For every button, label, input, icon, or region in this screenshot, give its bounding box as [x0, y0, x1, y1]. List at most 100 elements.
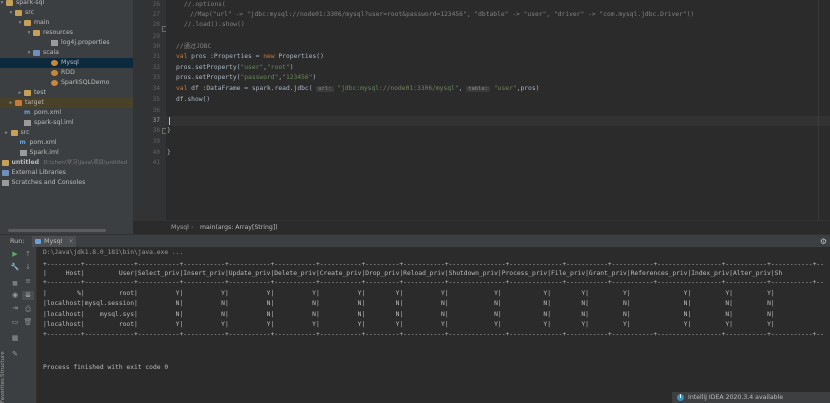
left-tool-stripe: Structure Favorites	[0, 247, 9, 403]
thumbtack-icon[interactable]: ✎	[9, 350, 21, 359]
tree-item[interactable]: ▾ main	[0, 18, 133, 28]
chevron-right-icon[interactable]: ▸	[16, 88, 24, 98]
console-exit-message: Process finished with exit code 0	[43, 364, 169, 371]
line-number: 37	[152, 117, 160, 124]
line-number: 32	[152, 64, 160, 71]
console-separator: +---------+-------------+-----------+---…	[43, 279, 824, 286]
breadcrumb-object[interactable]: Mysql	[171, 221, 189, 234]
run-toolwindow-header: Run: Mysql × ⚙	[0, 234, 830, 249]
structure-tab[interactable]: Structure	[0, 343, 9, 377]
tree-item-label: Mysql	[61, 59, 79, 66]
chevron-down-icon[interactable]: ▾	[25, 48, 33, 58]
tree-item-path: D:\chen\学习\Java\项目\untitled	[43, 160, 128, 166]
tree-item[interactable]: Mysql	[0, 58, 133, 68]
folder-icon	[6, 0, 13, 6]
close-icon[interactable]: ×	[68, 236, 73, 247]
tree-item[interactable]: ▸ test	[0, 88, 133, 98]
line-number: 34	[152, 85, 160, 92]
iml-file-icon	[24, 120, 31, 126]
tree-item[interactable]: log4j.properties	[0, 38, 133, 48]
wrench-icon[interactable]: 🔧	[9, 263, 21, 272]
code-line: val df :DataFrame = spark.read.jdbc( url…	[176, 85, 540, 92]
pin-icon[interactable]: ▦	[9, 334, 21, 343]
line-number: 38	[152, 127, 160, 134]
console-toolbar: ↑ ↓ ≡ ⇊ ⎙ 🗑	[22, 247, 37, 403]
tree-item[interactable]: m pom.xml	[0, 108, 133, 118]
update-notification[interactable]: i IntelliJ IDEA 2020.3.4 available	[672, 392, 830, 403]
tree-item[interactable]: SparkSQLDemo	[0, 78, 133, 88]
target-folder-icon	[15, 100, 22, 106]
source-folder-icon	[33, 50, 40, 56]
tree-item[interactable]: ▸ src	[0, 128, 133, 138]
code-line: }	[167, 149, 171, 156]
tree-item[interactable]: ▸untitledD:\chen\学习\Java\项目\untitled	[0, 158, 133, 168]
project-tree-scrollbar[interactable]	[8, 229, 106, 232]
exit-icon[interactable]: ⇥	[9, 304, 21, 313]
tree-item-label: pom.xml	[29, 139, 57, 146]
tree-item[interactable]: Scratches and Consoles	[0, 178, 133, 188]
tree-item[interactable]: ▸External Libraries	[0, 168, 133, 178]
resources-folder-icon	[33, 30, 40, 36]
tree-item[interactable]: ▾ src	[0, 8, 133, 18]
code-line: val pros :Properties = new Properties()	[176, 53, 324, 60]
rerun-icon[interactable]: ▶	[9, 250, 21, 259]
folder-icon	[1, 160, 9, 166]
code-line: //.load().show()	[184, 21, 245, 28]
folder-icon	[24, 90, 31, 96]
tree-item[interactable]: m pom.xml	[0, 138, 133, 148]
folder-icon	[24, 20, 31, 26]
properties-file-icon	[51, 40, 58, 46]
tree-item[interactable]: ▾ scala	[0, 48, 133, 58]
print-icon[interactable]: ⎙	[22, 305, 34, 314]
tree-item[interactable]: ▾ spark-sql	[0, 0, 133, 8]
maven-icon: m	[19, 139, 26, 146]
scroll-to-end-icon[interactable]: ⇊	[22, 291, 34, 300]
tree-item[interactable]: ▾ resources	[0, 28, 133, 38]
run-toolbar: ▶ 🔧 ■ ◉ ⇥ ▭ ▦ ✎	[9, 247, 23, 403]
console-table-row: |localhost| root| Y| Y| Y| Y| Y| Y| Y| Y…	[43, 321, 775, 328]
run-tab-label: Mysql	[44, 237, 63, 245]
line-number: 26	[152, 1, 160, 8]
favorites-tab[interactable]: Favorites	[0, 378, 9, 403]
tree-item[interactable]: ▸ target	[0, 98, 133, 108]
info-icon: i	[677, 394, 684, 401]
console-table-row: |localhost| mysql.sys| N| N| N| N| N| N|…	[43, 311, 775, 318]
chevron-down-icon[interactable]: ▾	[16, 18, 24, 28]
folder-icon	[15, 10, 22, 16]
tree-item[interactable]: Spark.iml	[0, 148, 133, 158]
restore-layout-icon[interactable]: ▭	[9, 318, 21, 327]
chevron-down-icon[interactable]: ▾	[25, 28, 33, 38]
chevron-down-icon[interactable]: ▾	[7, 8, 15, 18]
tree-item-label: src	[20, 129, 30, 136]
stop-icon[interactable]: ■	[9, 279, 21, 288]
tree-item-label: test	[34, 89, 46, 96]
trash-icon[interactable]: 🗑	[22, 318, 34, 327]
soft-wrap-icon[interactable]: ≡	[22, 277, 34, 286]
tree-item[interactable]: spark-sql.iml	[0, 118, 133, 128]
scroll-down-icon[interactable]: ↓	[22, 263, 34, 272]
tree-item-label: src	[25, 9, 35, 16]
scala-object-icon	[51, 70, 58, 76]
tree-item[interactable]: RDD	[0, 68, 133, 78]
tree-item-label: resources	[43, 29, 73, 36]
tree-item-label: spark-sql	[16, 0, 45, 6]
maven-icon: m	[24, 109, 31, 116]
code-editor[interactable]: //.options( //Map("url" -> "jdbc:mysql:/…	[166, 0, 830, 220]
scroll-up-icon[interactable]: ↑	[22, 250, 34, 259]
camera-icon[interactable]: ◉	[9, 291, 21, 300]
code-line: //Map("url" -> "jdbc:mysql://node01:3306…	[190, 11, 695, 18]
run-console[interactable]: D:\Java\jdk1.8.0_181\bin\java.exe ... +-…	[37, 247, 830, 403]
tree-item-label: Spark.iml	[29, 149, 59, 156]
tree-item-label: log4j.properties	[61, 39, 110, 46]
line-number: 40	[152, 149, 160, 156]
breadcrumb-method[interactable]: main(args: Array[String])	[200, 221, 278, 234]
chevron-right-icon[interactable]: ▸	[7, 98, 15, 108]
tree-item-label: RDD	[61, 69, 75, 76]
console-separator: +---------+-------------+-----------+---…	[43, 331, 824, 338]
tree-item-label: SparkSQLDemo	[61, 79, 110, 86]
breadcrumb: Mysql › main(args: Array[String])	[133, 220, 830, 234]
line-number: 29	[152, 33, 160, 40]
chevron-right-icon[interactable]: ▸	[3, 128, 11, 138]
right-margin-guide	[818, 0, 819, 220]
code-line: pros.setProperty("user","root")	[176, 64, 294, 71]
